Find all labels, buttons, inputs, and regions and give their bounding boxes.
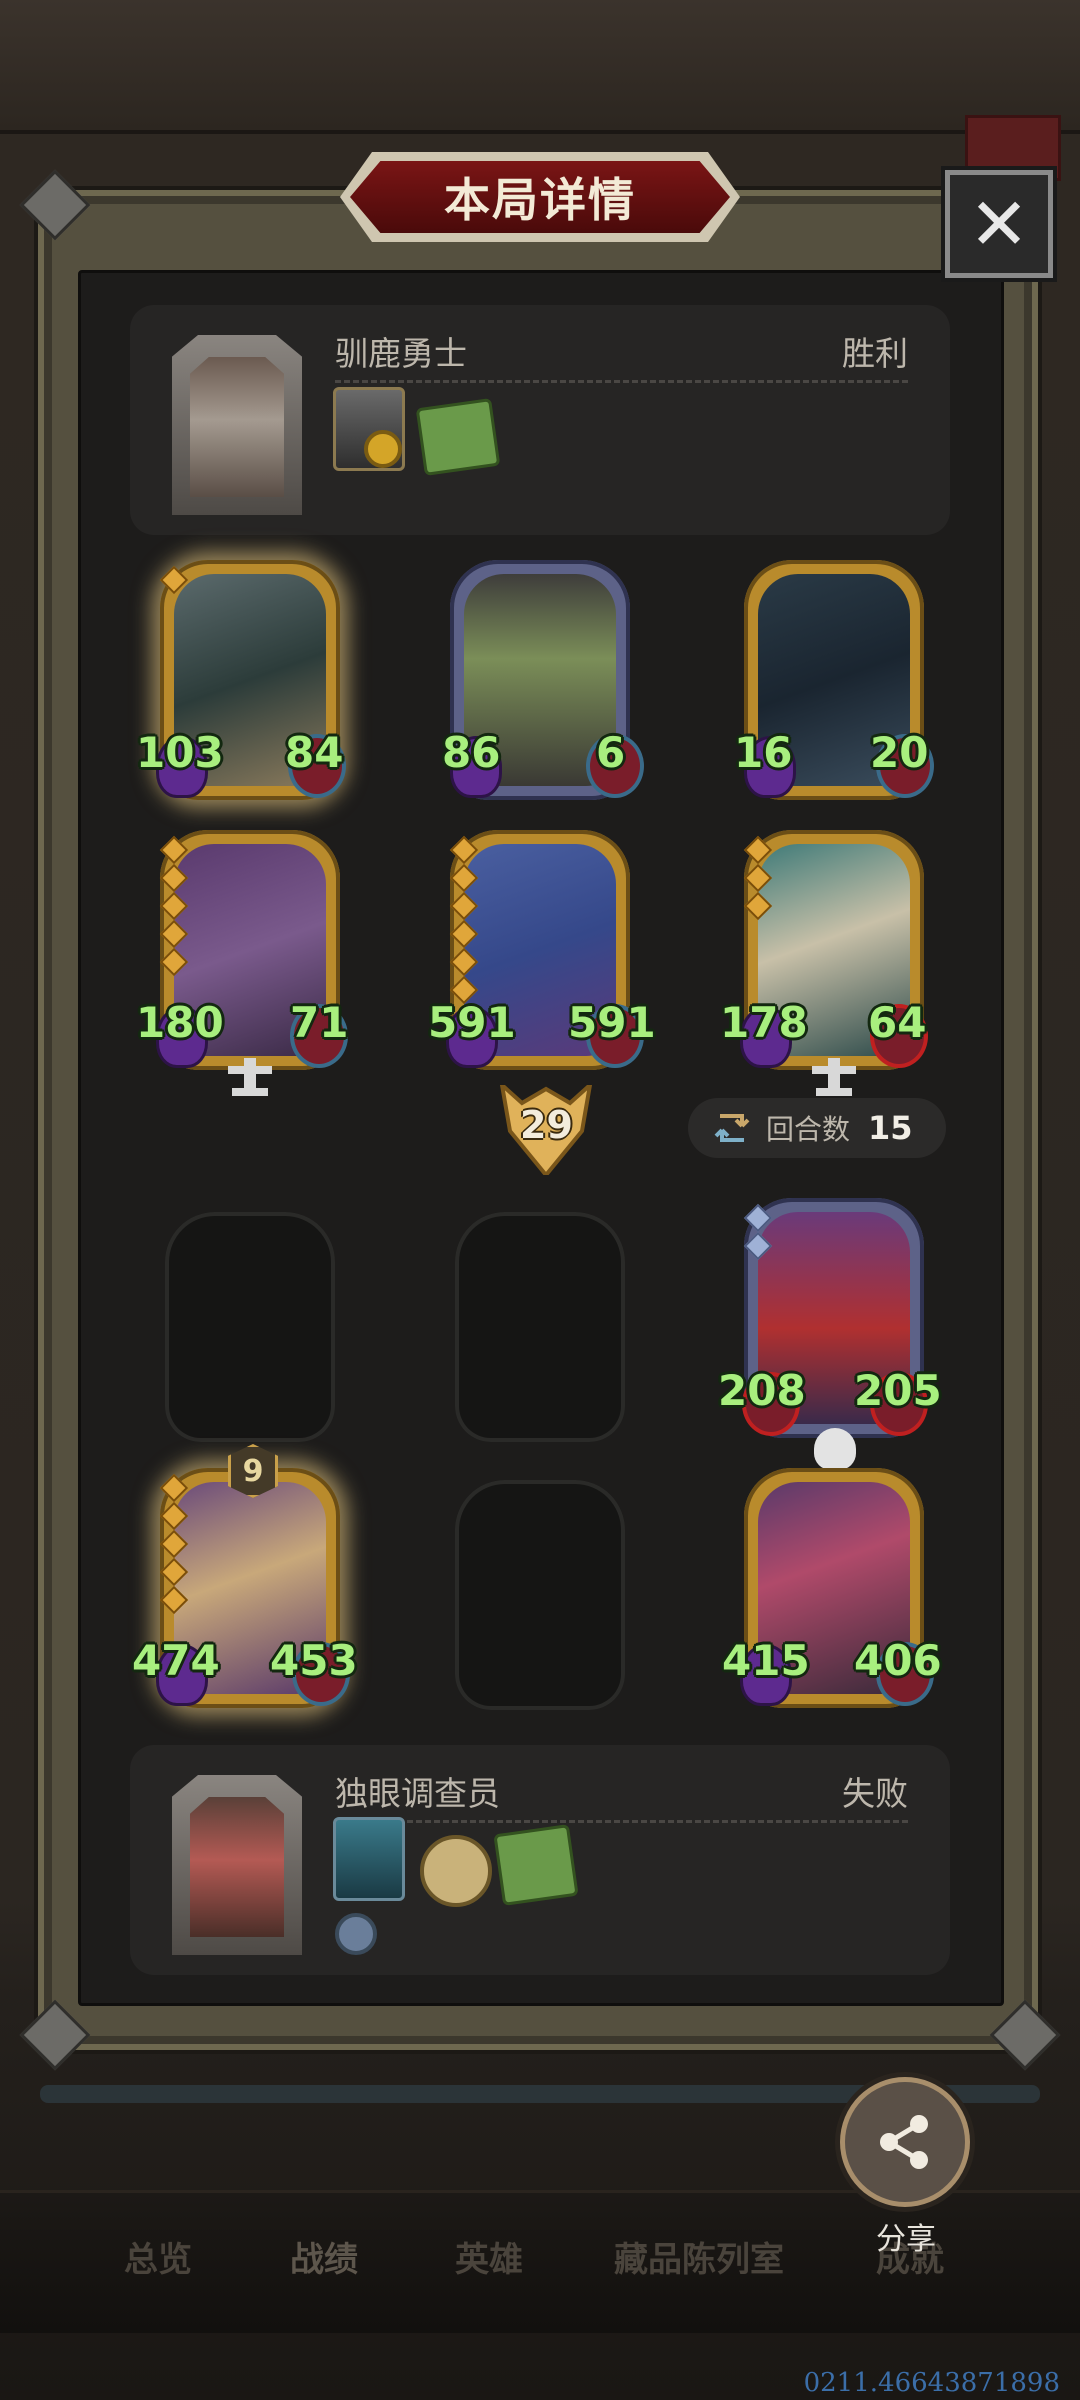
share-button[interactable]	[845, 2082, 965, 2202]
empty-board-slot	[165, 1212, 335, 1442]
minion-card[interactable]: 86 6	[442, 560, 644, 800]
top-player-panel: 驯鹿勇士 胜利	[130, 305, 950, 535]
empty-board-slot	[455, 1480, 625, 1710]
tab-overview[interactable]: 总览	[124, 2232, 192, 2281]
health-value: 64	[868, 998, 927, 1047]
minion-card[interactable]: 103 84	[136, 560, 346, 800]
share-icon	[880, 2115, 928, 2169]
minion-card[interactable]: 180 71	[136, 830, 348, 1096]
tab-collection[interactable]: 藏品陈列室	[614, 2232, 784, 2281]
divider	[335, 1820, 908, 1823]
health-value: 591	[568, 998, 656, 1047]
player-name: 独眼调查员	[335, 1774, 500, 1813]
divider	[335, 380, 908, 383]
green-book-item-icon[interactable]	[415, 398, 501, 476]
tab-heroes[interactable]: 英雄	[455, 2232, 523, 2281]
tab-record[interactable]: 战绩	[290, 2232, 358, 2281]
damage-badge: 29	[498, 1079, 594, 1179]
refresh-icon	[714, 1114, 750, 1142]
deathrattle-skull-icon	[814, 1428, 856, 1470]
turn-value: 15	[868, 1109, 913, 1147]
attack-value: 591	[428, 998, 516, 1047]
avatar[interactable]	[172, 1775, 302, 1955]
gold-coin-item-icon[interactable]	[420, 1835, 492, 1907]
reborn-icon	[812, 1058, 856, 1096]
health-value: 205	[854, 1366, 942, 1415]
health-value: 406	[854, 1636, 942, 1685]
health-value: 6	[596, 728, 626, 777]
sword-badge-item-icon[interactable]	[335, 1913, 377, 1955]
close-button[interactable]: ✕	[945, 170, 1053, 278]
attack-value: 178	[720, 998, 808, 1047]
player-result: 失败	[842, 1774, 908, 1813]
share-label: 分享	[876, 2222, 936, 2257]
damage-value: 29	[520, 1103, 573, 1147]
minion-card[interactable]: 16 20	[734, 560, 934, 800]
reborn-icon	[228, 1058, 272, 1096]
attack-value: 86	[442, 728, 501, 777]
minion-card[interactable]: 178 64	[720, 830, 928, 1096]
turn-counter: 回合数 15	[688, 1098, 946, 1158]
minion-card[interactable]: 591 591	[428, 830, 656, 1070]
device-id: 0211.46643871898	[803, 2368, 1060, 2398]
player-name: 驯鹿勇士	[335, 334, 467, 373]
minion-card[interactable]: 415 406	[722, 1468, 942, 1708]
helmet-coin-item-icon[interactable]	[333, 387, 405, 471]
turn-label: 回合数	[766, 1113, 851, 1146]
health-value: 453	[270, 1636, 358, 1685]
close-icon: ✕	[968, 182, 1030, 266]
empty-board-slot	[455, 1212, 625, 1442]
health-value: 84	[285, 728, 344, 777]
avatar[interactable]	[172, 335, 302, 515]
attack-value: 180	[136, 998, 224, 1047]
minion-card[interactable]: 474 453 9	[132, 1444, 358, 1708]
health-value: 20	[870, 728, 929, 777]
attack-value: 474	[132, 1636, 220, 1685]
health-value: 71	[290, 998, 349, 1047]
title-plate: 本局详情	[340, 152, 740, 242]
player-result: 胜利	[842, 334, 908, 373]
dialog-title: 本局详情	[350, 161, 730, 233]
blue-gem-item-icon[interactable]	[333, 1817, 405, 1901]
green-book-item-icon[interactable]	[493, 1824, 579, 1906]
attack-value: 208	[718, 1366, 806, 1415]
attack-value: 16	[734, 728, 793, 777]
attack-value: 415	[722, 1636, 810, 1685]
bottom-player-panel: 独眼调查员 失败	[130, 1745, 950, 1975]
attack-value: 103	[136, 728, 224, 777]
top-backdrop	[0, 0, 1080, 134]
minion-card[interactable]: 208 205	[718, 1198, 942, 1470]
